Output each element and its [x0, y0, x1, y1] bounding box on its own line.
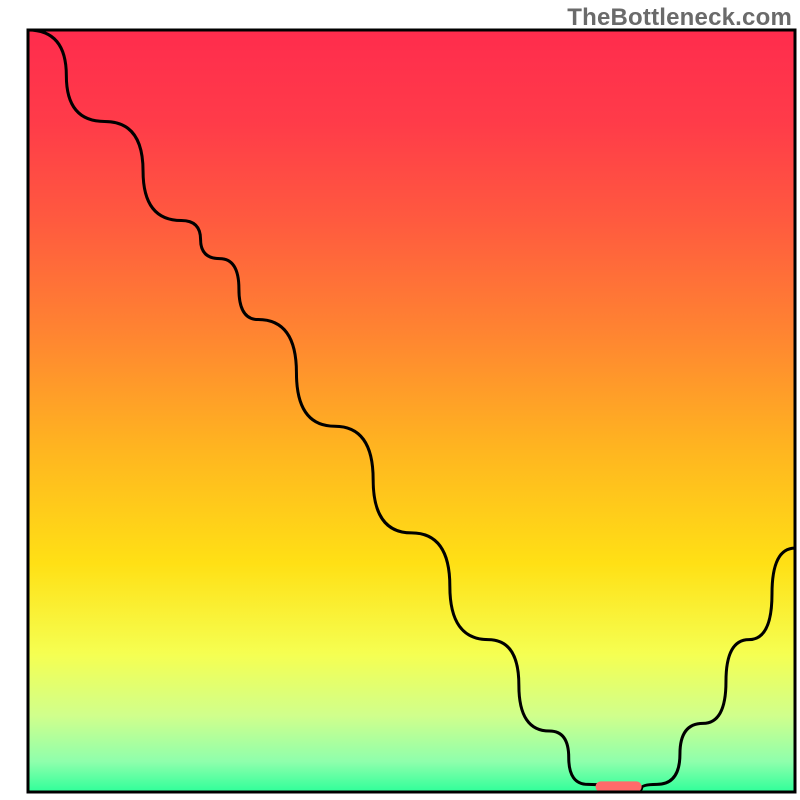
chart-container: TheBottleneck.com — [0, 0, 800, 800]
bottleneck-chart — [0, 0, 800, 800]
optimal-range-marker — [596, 781, 642, 792]
watermark-text: TheBottleneck.com — [567, 4, 792, 32]
gradient-background — [28, 30, 795, 792]
